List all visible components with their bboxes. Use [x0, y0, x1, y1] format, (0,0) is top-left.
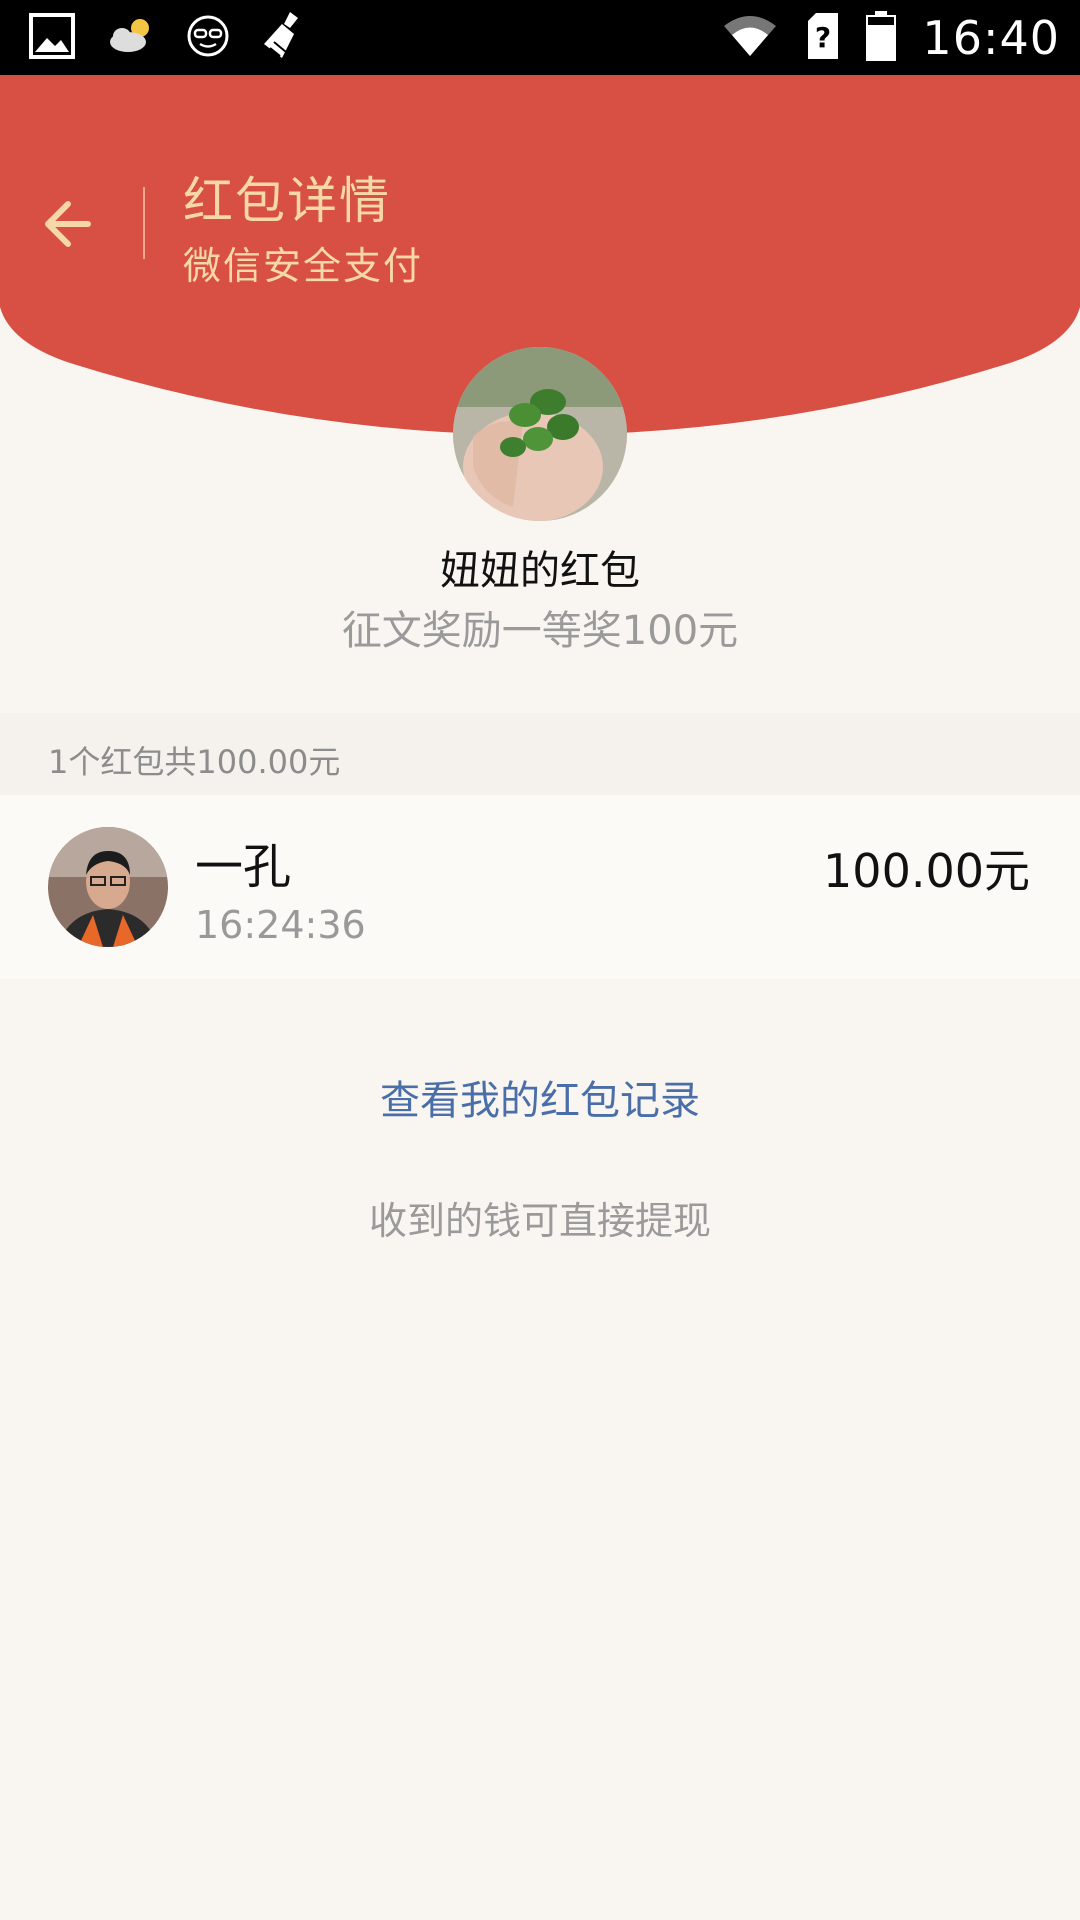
- list-item[interactable]: 一孔 16:24:36 100.00元: [0, 795, 1080, 979]
- status-bar: ? 16:40: [0, 0, 1080, 75]
- weather-icon: [106, 16, 156, 60]
- svg-text:?: ?: [815, 21, 831, 54]
- avatar: [48, 827, 168, 947]
- view-records-link[interactable]: 查看我的红包记录: [0, 1068, 1080, 1126]
- header-divider: [143, 187, 145, 259]
- image-icon: [28, 12, 76, 64]
- recipient-name: 一孔: [195, 839, 292, 895]
- summary-strip: 1个红包共100.00元: [0, 713, 1080, 795]
- page-title: 红包详情: [183, 172, 391, 230]
- sender-avatar: [453, 347, 627, 521]
- received-time: 16:24:36: [195, 903, 366, 947]
- wifi-icon: [720, 12, 780, 64]
- summary-text: 1个红包共100.00元: [48, 743, 341, 781]
- broom-icon: [260, 10, 308, 66]
- back-arrow-icon[interactable]: [40, 190, 108, 258]
- withdraw-note: 收到的钱可直接提现: [368, 1199, 711, 1243]
- received-amount: 100.00元: [823, 844, 1030, 898]
- greeting-message: 征文奖励一等奖100元: [341, 608, 739, 654]
- glasses-icon: [186, 14, 230, 62]
- sim-unknown-icon: ?: [806, 13, 840, 63]
- page-subtitle: 微信安全支付: [183, 244, 424, 288]
- battery-icon: [866, 11, 897, 65]
- status-time: 16:40: [922, 11, 1060, 65]
- sender-name: 妞妞的红包: [440, 548, 640, 594]
